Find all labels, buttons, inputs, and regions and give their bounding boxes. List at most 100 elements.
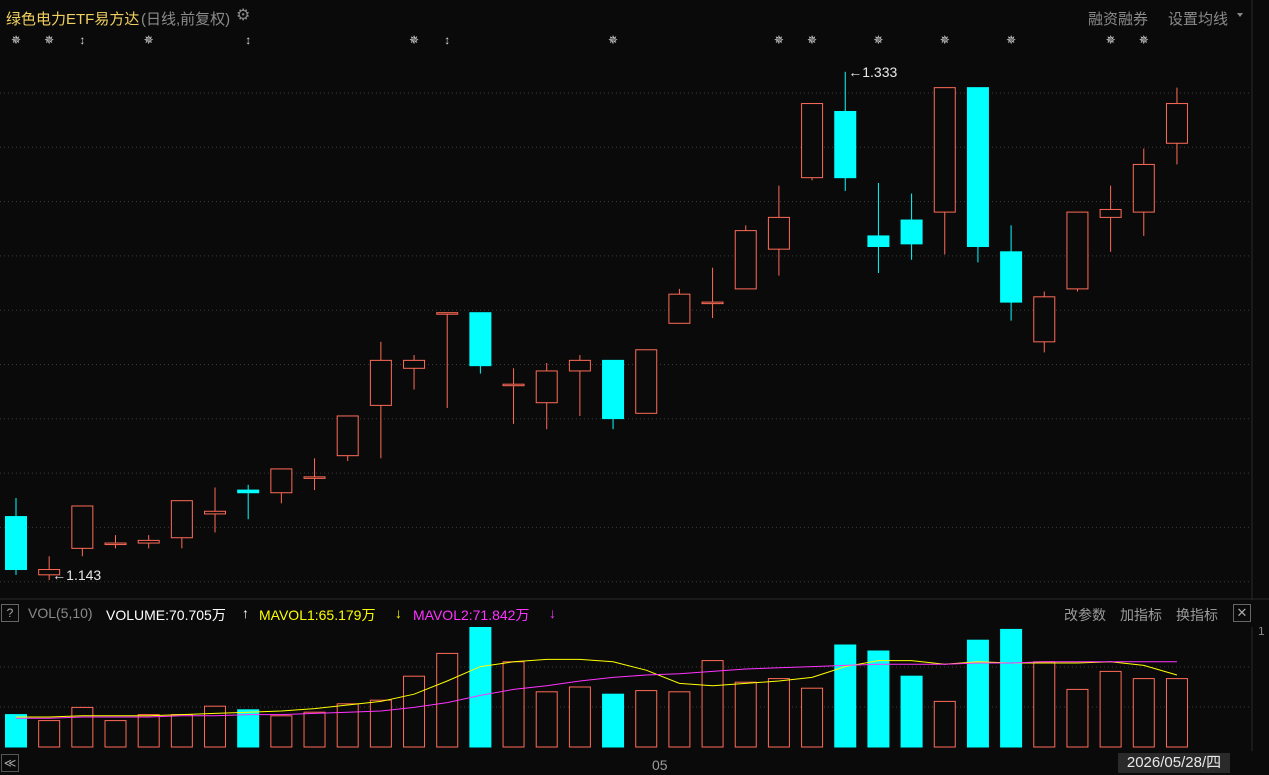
volume-bar[interactable] [104,720,127,748]
volume-bar[interactable] [137,714,160,748]
candle[interactable] [270,468,293,504]
candle[interactable] [336,415,359,461]
volume-bar[interactable] [436,652,459,748]
vol-indicator-label[interactable]: VOL(5,10) [28,605,93,621]
candle[interactable] [403,355,426,390]
candle[interactable] [602,359,625,430]
volume-bar[interactable] [1165,678,1188,748]
change-params-button[interactable]: 改参数 [1064,605,1106,625]
candle[interactable] [1099,185,1122,252]
candle[interactable] [1066,211,1089,292]
candle-body [701,301,724,305]
candle[interactable] [535,363,558,430]
candle[interactable] [104,535,127,549]
vol-y-tick: 1 [1258,627,1265,638]
event-marker: ✵ [409,33,419,47]
candle-body [71,505,94,549]
volume-bar[interactable] [602,693,625,748]
switch-indicator-button[interactable]: 换指标 [1176,605,1218,625]
volume-bar[interactable] [170,714,193,748]
volume-bar[interactable] [834,644,857,748]
candle[interactable] [1132,148,1155,236]
candle[interactable] [900,193,923,260]
close-icon[interactable]: ✕ [1233,604,1251,622]
candle[interactable] [71,505,94,557]
volume-bar[interactable] [734,681,757,748]
candle-body [469,312,492,367]
candle-body [1132,163,1155,213]
volume-bar[interactable] [204,705,227,748]
candle[interactable] [767,185,790,276]
volume-bar[interactable] [1033,661,1056,748]
candle[interactable] [734,225,757,290]
candle[interactable] [1165,87,1188,165]
volume-bar[interactable] [71,706,94,748]
event-marker: ✵ [873,33,883,47]
volume-bar[interactable] [502,661,525,748]
candle[interactable] [568,355,591,416]
candle[interactable] [701,267,724,318]
volume-bar[interactable] [900,675,923,748]
volume-bar[interactable] [535,691,558,748]
volume-bar[interactable] [668,691,691,748]
candle-body [1099,208,1122,218]
volume-bar[interactable] [1099,670,1122,748]
candle[interactable] [801,103,824,181]
candles[interactable] [5,71,1188,581]
scroll-left-icon[interactable]: ≪ [1,754,19,772]
candle[interactable] [436,312,459,409]
volume-chart: 1 [0,627,1265,751]
candle[interactable] [204,487,227,533]
event-markers[interactable]: ✵ ✵ ↕ ✵ ↕ ✵ ↕ ✵ ✵ ✵ ✵ ✵ ✵ ✵ ✵ [11,33,1149,47]
candle[interactable] [933,87,956,255]
volume-bar[interactable] [270,715,293,748]
volume-bar[interactable] [767,678,790,748]
volume-bar[interactable] [801,687,824,748]
candle[interactable] [303,458,326,491]
volume-bar[interactable] [237,709,260,748]
volume-bar[interactable] [336,703,359,748]
volume-bar[interactable] [5,714,27,748]
candle-body [1066,211,1089,290]
candle[interactable] [137,535,160,549]
candle-body [801,103,824,179]
volume-bar[interactable] [369,699,392,748]
volume-bar[interactable] [933,700,956,748]
event-marker: ✵ [807,33,817,47]
help-icon[interactable]: ? [1,604,19,622]
volume-bar[interactable] [38,720,61,748]
volume-bar[interactable] [1066,688,1089,748]
candle[interactable] [170,500,193,549]
candle[interactable] [502,368,525,424]
event-marker: ↕ [79,33,85,47]
volume-bar[interactable] [469,627,492,748]
volume-bar[interactable] [867,650,890,748]
candle[interactable] [237,484,260,520]
candle[interactable] [369,341,392,459]
volume-bar[interactable] [966,639,989,748]
candle[interactable] [668,288,691,324]
candle[interactable] [5,498,27,575]
volume-legend: ? VOL(5,10) VOLUME:70.705万 ↑ MAVOL1:65.1… [0,601,1269,627]
candle[interactable] [1033,291,1056,353]
volume-bar[interactable] [1132,678,1155,748]
candle[interactable] [834,71,857,191]
candle[interactable] [867,182,890,273]
candle[interactable] [1000,225,1023,321]
event-marker: ✵ [774,33,784,47]
volume-bar[interactable] [701,660,724,748]
volume-bars[interactable] [5,627,1188,748]
mavol1-arrow: ↓ [395,605,402,621]
candle-body [336,415,359,457]
volume-bar[interactable] [403,675,426,748]
add-indicator-button[interactable]: 加指标 [1120,605,1162,625]
candle-body [834,110,857,179]
volume-bar[interactable] [568,686,591,748]
candle[interactable] [469,312,492,374]
candle-body [137,539,160,544]
volume-bar[interactable] [1000,628,1023,748]
volume-bar[interactable] [303,711,326,748]
candle[interactable] [635,349,658,414]
volume-bar[interactable] [635,690,658,748]
candle[interactable] [966,87,989,263]
